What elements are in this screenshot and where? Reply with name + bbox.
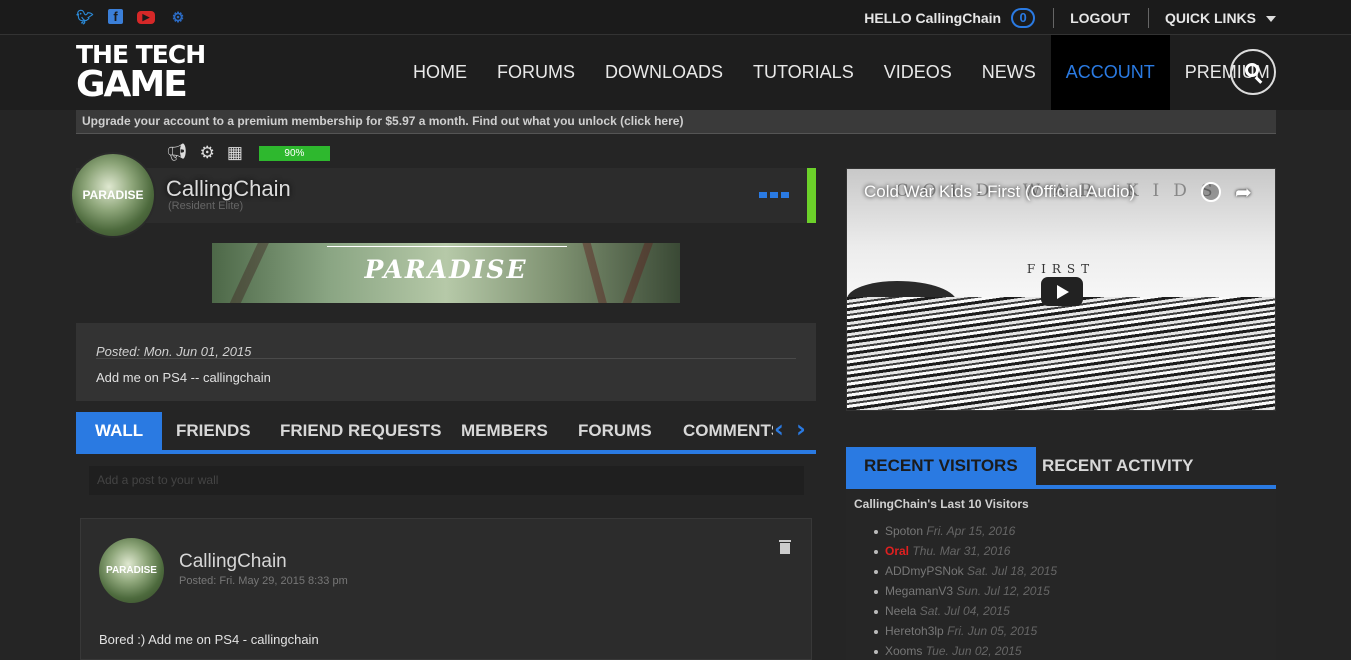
visitor-name[interactable]: Heretoh3lp (885, 624, 944, 638)
visit-date: Sat. Jul 04, 2015 (919, 604, 1010, 618)
banner-text: PARADISE (364, 255, 528, 284)
status-date: Posted: Mon. Jun 01, 2015 (96, 344, 252, 359)
profile-tabs: WALL FRIENDS FRIEND REQUESTS MEMBERS FOR… (76, 412, 816, 454)
play-button[interactable] (1041, 277, 1083, 306)
notification-count[interactable]: 0 (1011, 7, 1036, 28)
post-author[interactable]: CallingChain (179, 551, 287, 573)
quick-links-label: QUICK LINKS (1165, 9, 1256, 26)
divider (1053, 7, 1055, 28)
list-item: Heretoh3lp Fri. Jun 05, 2015 (874, 623, 1057, 643)
visitor-name[interactable]: Spoton (885, 524, 923, 538)
post-timestamp: Posted: Fri. May 29, 2015 8:33 pm (179, 575, 348, 587)
wall-post-input[interactable]: Add a post to your wall (89, 466, 804, 495)
site-logo[interactable]: THE TECH GAME (76, 40, 206, 105)
status-box: Posted: Mon. Jun 01, 2015 Add me on PS4 … (76, 323, 816, 401)
nav-news[interactable]: NEWS (967, 35, 1051, 110)
visit-date: Tue. Jun 02, 2015 (925, 644, 1022, 658)
visitors-title: CallingChain's Last 10 Visitors (854, 497, 1029, 511)
list-item: Xooms Tue. Jun 02, 2015 (874, 643, 1057, 660)
search-button[interactable] (1230, 49, 1276, 95)
visitor-name[interactable]: ADDmyPSNok (885, 564, 964, 578)
steam-icon[interactable]: ⚙ (169, 9, 187, 25)
top-bar: 🐦︎ f ▶ ⚙ HELLO CallingChain 0 LOGOUT QUI… (0, 0, 1351, 35)
sidebar-tabs: RECENT VISITORS RECENT ACTIVITY (846, 447, 1276, 489)
visit-date: Fri. Apr 15, 2016 (926, 524, 1016, 538)
search-icon (1245, 63, 1259, 77)
tab-forums[interactable]: FORUMS (578, 412, 652, 450)
trash-icon[interactable] (779, 540, 791, 554)
post-body: Bored :) Add me on PS4 - callingchain (99, 632, 319, 647)
visit-date: Thu. Mar 31, 2016 (912, 544, 1011, 558)
logout-link[interactable]: LOGOUT (1070, 10, 1130, 26)
site-header: THE TECH GAME HOME FORUMS DOWNLOADS TUTO… (0, 35, 1351, 110)
tab-scroll: ‹ › (774, 417, 810, 441)
visitor-name[interactable]: Xooms (885, 644, 922, 658)
list-item: Neela Sat. Jul 04, 2015 (874, 603, 1057, 623)
visitor-list: Spoton Fri. Apr 15, 2016 Oral Thu. Mar 3… (874, 523, 1057, 660)
tab-friend-requests[interactable]: FRIEND REQUESTS (280, 412, 442, 450)
tab-members[interactable]: MEMBERS (461, 412, 548, 450)
list-item: Spoton Fri. Apr 15, 2016 (874, 523, 1057, 543)
image-icon[interactable]: ▦ (227, 143, 243, 163)
twitter-icon[interactable]: 🐦︎ (76, 9, 94, 25)
avatar[interactable]: PARADISE (72, 154, 154, 236)
list-item: MegamanV3 Sun. Jul 12, 2015 (874, 583, 1057, 603)
main-nav: HOME FORUMS DOWNLOADS TUTORIALS VIDEOS N… (398, 35, 1285, 110)
list-item: Oral Thu. Mar 31, 2016 (874, 543, 1057, 563)
chevron-down-icon (1266, 15, 1276, 22)
profile-banner: PARADISE (212, 243, 680, 303)
visit-date: Fri. Jun 05, 2015 (947, 624, 1038, 638)
video-title[interactable]: Cold War Kids - First (Official Audio) (864, 182, 1135, 202)
visit-date: Sun. Jul 12, 2015 (956, 584, 1050, 598)
video-art-subtitle: FIRST (1026, 262, 1096, 276)
visit-date: Sat. Jul 18, 2015 (967, 564, 1058, 578)
quick-links-dropdown[interactable]: QUICK LINKS (1165, 10, 1276, 26)
nav-tutorials[interactable]: TUTORIALS (738, 35, 869, 110)
tab-comments[interactable]: COMMENTS (683, 412, 773, 450)
divider (1148, 7, 1149, 28)
profile-progress-bar: 90% (258, 145, 330, 161)
hello-user[interactable]: HELLO CallingChain (864, 10, 1001, 26)
tab-wall[interactable]: WALL (76, 412, 163, 450)
profile-actions: 📢︎ ⚙ ▦ 90% (166, 143, 330, 163)
nav-home[interactable]: HOME (398, 35, 482, 110)
video-player[interactable]: COLD WAR KIDS FIRST Cold War Kids - Firs… (846, 168, 1276, 411)
more-options-icon[interactable] (759, 192, 789, 198)
tab-recent-activity[interactable]: RECENT ACTIVITY (1042, 447, 1193, 485)
social-links: 🐦︎ f ▶ ⚙ (76, 9, 187, 25)
divider (96, 358, 796, 359)
list-item: ADDmyPSNok Sat. Jul 18, 2015 (874, 563, 1057, 583)
chevron-right-icon[interactable]: › (796, 417, 810, 441)
tab-friends[interactable]: FRIENDS (176, 412, 251, 450)
youtube-icon[interactable]: ▶ (137, 11, 155, 24)
share-icon[interactable]: ➦ (1235, 180, 1252, 205)
facebook-icon[interactable]: f (108, 9, 123, 24)
visitor-name[interactable]: Oral (885, 544, 909, 558)
visitor-name[interactable]: MegamanV3 (885, 584, 953, 598)
logo-line-2: GAME (76, 64, 188, 105)
user-links: HELLO CallingChain 0 LOGOUT QUICK LINKS (864, 0, 1276, 35)
nav-account[interactable]: ACCOUNT (1050, 35, 1170, 110)
search-icon-handle (1254, 76, 1263, 84)
play-icon (1057, 285, 1069, 299)
nav-videos[interactable]: VIDEOS (869, 35, 967, 110)
profile-name: CallingChain (166, 176, 291, 201)
gears-icon[interactable]: ⚙ (200, 143, 215, 163)
chevron-left-icon[interactable]: ‹ (774, 417, 788, 441)
status-message: Add me on PS4 -- callingchain (96, 370, 271, 385)
avatar[interactable]: PARADISE (99, 538, 164, 603)
nav-forums[interactable]: FORUMS (482, 35, 590, 110)
watch-later-icon[interactable] (1201, 182, 1221, 202)
tab-recent-visitors[interactable]: RECENT VISITORS (846, 447, 1036, 485)
profile-title: (Resident Elite) (168, 200, 244, 212)
visitor-name[interactable]: Neela (885, 604, 916, 618)
nav-downloads[interactable]: DOWNLOADS (590, 35, 738, 110)
premium-promo-bar[interactable]: Upgrade your account to a premium member… (76, 110, 1276, 134)
megaphone-icon[interactable]: 📢︎ (166, 143, 188, 163)
